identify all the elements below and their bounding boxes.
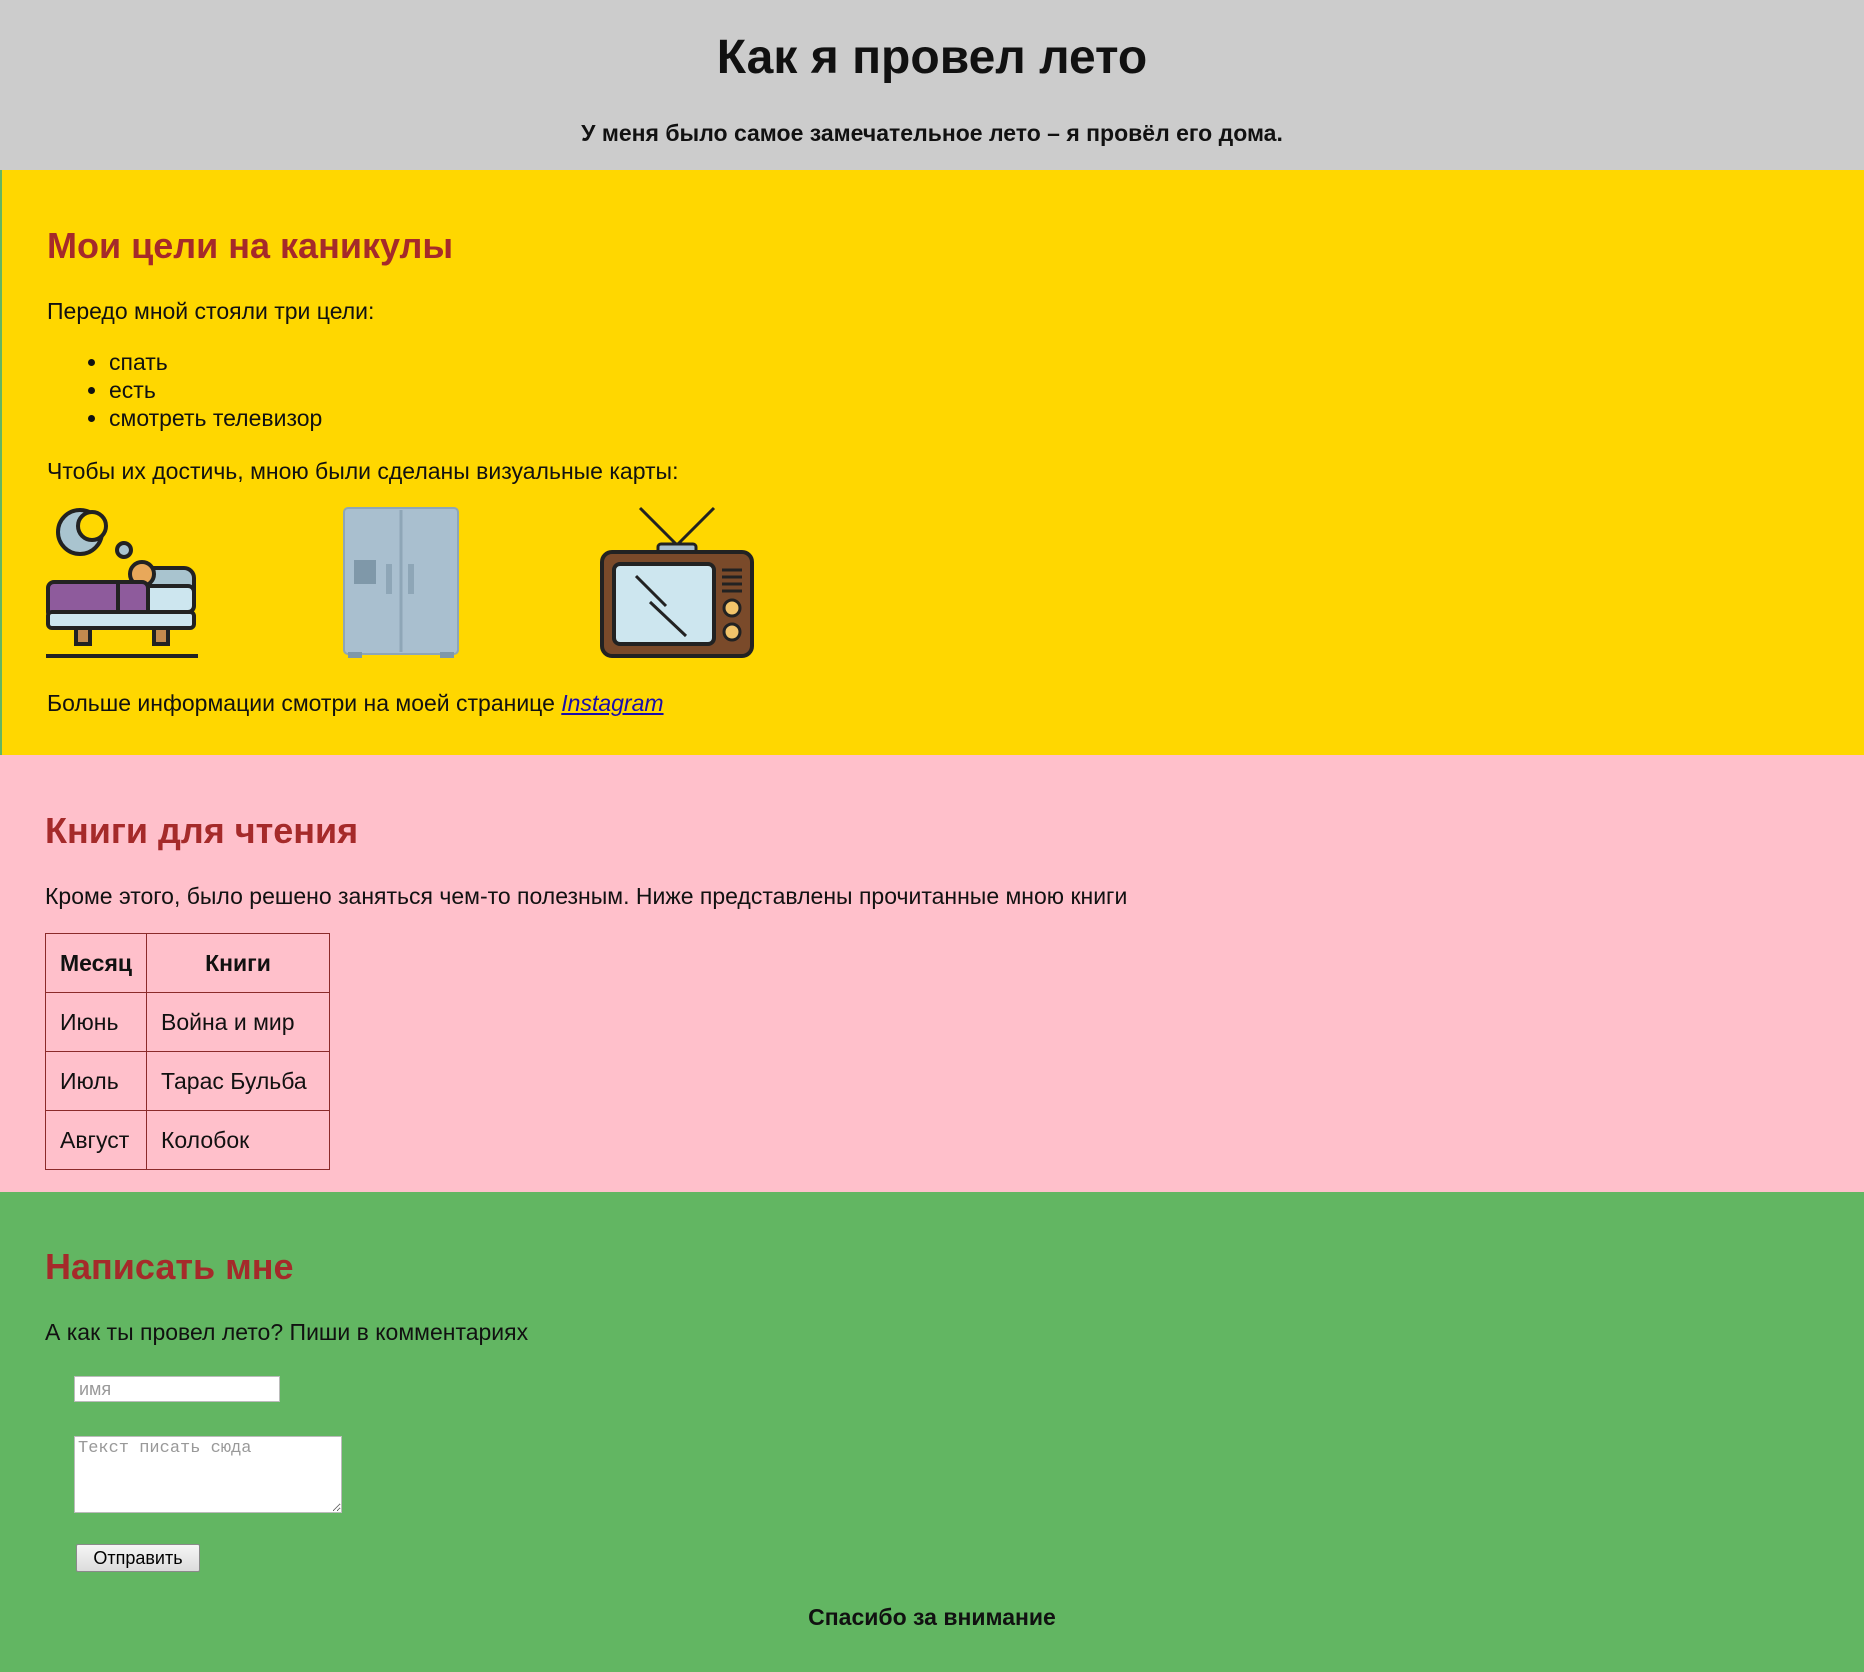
- list-item: есть: [109, 376, 322, 404]
- books-table: Месяц Книги Июнь Война и мир Июль Тарас …: [45, 933, 330, 1170]
- list-item: смотреть телевизор: [109, 404, 322, 432]
- tv-icon: [600, 506, 754, 658]
- more-info-label: Больше информации смотри на моей страниц…: [47, 690, 562, 716]
- page-title: Как я провел лето: [716, 31, 1148, 84]
- comment-textarea[interactable]: [74, 1436, 342, 1513]
- table-row: Июнь Война и мир: [45, 992, 330, 1052]
- goals-heading: Мои цели на каникулы: [47, 225, 454, 266]
- send-button[interactable]: Отправить: [76, 1544, 200, 1572]
- table-cell: Тарас Бульба: [146, 1051, 330, 1111]
- table-row: Июль Тарас Бульба: [45, 1051, 330, 1111]
- page-subtitle: У меня было самое замечательное лето – я…: [581, 120, 1283, 146]
- table-row: Август Колобок: [45, 1110, 330, 1170]
- name-field[interactable]: [74, 1376, 280, 1402]
- contact-intro: А как ты провел лето? Пиши в комментария…: [45, 1319, 529, 1345]
- table-cell: Колобок: [146, 1110, 330, 1170]
- page-header: Как я провел лето У меня было самое заме…: [0, 0, 1864, 170]
- goals-list: спать есть смотреть телевизор: [82, 348, 322, 432]
- instagram-link[interactable]: Instagram: [561, 690, 663, 716]
- table-cell: Июль: [45, 1051, 147, 1111]
- table-cell: Август: [45, 1110, 147, 1170]
- contact-heading: Написать мне: [45, 1246, 294, 1287]
- goals-section: Мои цели на каникулы Передо мной стояли …: [2, 170, 1864, 755]
- contact-section: Написать мне А как ты провел лето? Пиши …: [0, 1192, 1864, 1672]
- table-cell: Война и мир: [146, 992, 330, 1052]
- list-item: спать: [109, 348, 322, 376]
- books-intro: Кроме этого, было решено заняться чем-то…: [45, 883, 1128, 909]
- more-info-text: Больше информации смотри на моей страниц…: [47, 690, 664, 717]
- column-header-books: Книги: [146, 933, 330, 993]
- table-cell: Июнь: [45, 992, 147, 1052]
- table-header-row: Месяц Книги: [45, 933, 330, 993]
- visual-maps-text: Чтобы их достичь, мною были сделаны визу…: [47, 458, 679, 484]
- sleeping-bed-icon: [46, 508, 198, 658]
- refrigerator-icon: [343, 507, 459, 658]
- column-header-month: Месяц: [45, 933, 147, 993]
- books-section: Книги для чтения Кроме этого, было решен…: [0, 755, 1864, 1192]
- goals-intro: Передо мной стояли три цели:: [47, 298, 375, 324]
- thanks-text: Спасибо за внимание: [808, 1604, 1056, 1630]
- books-heading: Книги для чтения: [45, 810, 359, 851]
